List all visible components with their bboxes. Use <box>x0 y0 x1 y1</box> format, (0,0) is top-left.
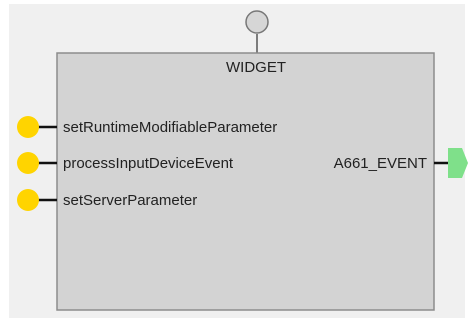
input-port-set-server-parameter[interactable]: setServerParameter <box>17 189 197 211</box>
input-label: processInputDeviceEvent <box>63 155 234 172</box>
widget-box[interactable] <box>56 52 435 311</box>
widget-title: WIDGET <box>226 59 286 76</box>
input-label: setServerParameter <box>63 192 197 209</box>
input-label: setRuntimeModifiableParameter <box>63 119 277 136</box>
input-port-circle[interactable] <box>17 152 39 174</box>
top-port-circle[interactable] <box>245 10 269 34</box>
input-port-circle[interactable] <box>17 116 39 138</box>
input-port-set-runtime-modifiable-parameter[interactable]: setRuntimeModifiableParameter <box>17 116 277 138</box>
input-port-circle[interactable] <box>17 189 39 211</box>
output-label: A661_EVENT <box>334 155 427 172</box>
widget-diagram: WIDGET setRuntimeModifiableParameter pro… <box>17 10 468 311</box>
output-port-arrow[interactable] <box>448 148 468 178</box>
input-port-process-input-device-event[interactable]: processInputDeviceEvent <box>17 152 234 174</box>
diagram-canvas: WIDGET setRuntimeModifiableParameter pro… <box>0 0 468 323</box>
